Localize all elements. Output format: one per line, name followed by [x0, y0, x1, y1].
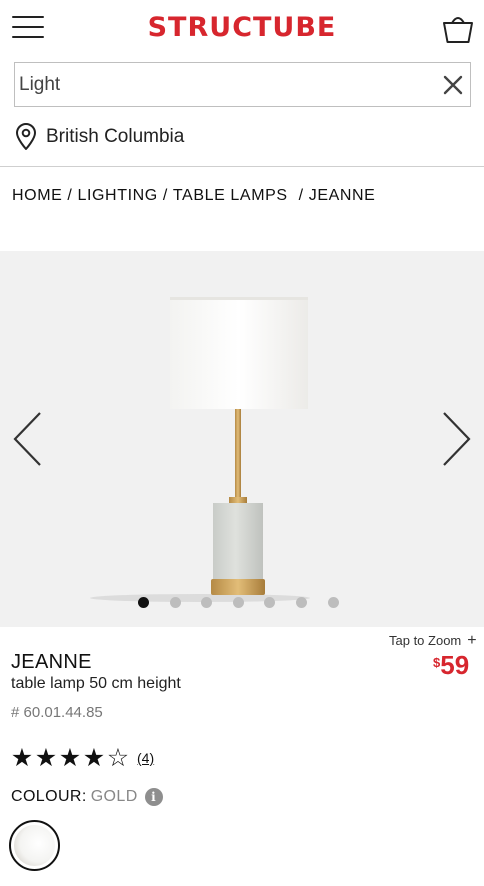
breadcrumb-item-current: JEANNE [308, 187, 376, 204]
breadcrumb-item-table-lamps[interactable]: TABLE LAMPS [173, 187, 288, 204]
swatch-image [14, 825, 55, 866]
product-description: table lamp 50 cm height [11, 675, 181, 692]
product-image [90, 297, 310, 602]
gallery-dot[interactable] [327, 597, 339, 608]
breadcrumb-item-lighting[interactable]: LIGHTING [77, 187, 157, 204]
site-header: STRUCTUBE [0, 0, 484, 60]
plus-icon: + [467, 632, 477, 649]
header-divider [0, 166, 484, 167]
colour-swatch-gold[interactable] [9, 820, 60, 871]
star-filled-icon: ★ [10, 744, 34, 772]
gallery-dot[interactable] [201, 597, 213, 608]
product-image-gallery[interactable] [0, 251, 484, 627]
close-icon[interactable] [441, 73, 465, 97]
gallery-dot[interactable] [169, 597, 181, 608]
price-currency: $ [433, 655, 441, 670]
colour-selector-row: COLOUR: GOLD i [11, 788, 163, 806]
gallery-dot[interactable] [264, 597, 276, 608]
colour-label: COLOUR: [11, 788, 87, 805]
search-input[interactable] [19, 69, 429, 101]
gallery-pagination [138, 597, 359, 608]
gallery-dot[interactable] [232, 597, 244, 608]
product-title: JEANNE [11, 651, 92, 673]
product-rating[interactable]: ★ ★ ★ ★ ☆ (4) [10, 744, 154, 772]
colour-value: GOLD [90, 788, 138, 805]
location-selector[interactable]: British Columbia [14, 122, 184, 152]
gallery-dot[interactable] [138, 597, 149, 608]
breadcrumb-separator: / [162, 187, 168, 204]
breadcrumb: HOME / LIGHTING / TABLE LAMPS / JEANNE [12, 187, 375, 205]
breadcrumb-item-home[interactable]: HOME [12, 187, 62, 204]
site-logo[interactable]: STRUCTUBE [0, 12, 484, 43]
gallery-dot[interactable] [295, 597, 307, 608]
search-field[interactable] [14, 62, 471, 107]
star-filled-icon: ★ [58, 744, 82, 772]
product-sku: # 60.01.44.85 [11, 704, 103, 721]
info-icon[interactable]: i [144, 788, 163, 806]
breadcrumb-separator: / [67, 187, 73, 204]
zoom-label: Tap to Zoom [389, 633, 462, 648]
chevron-right-icon[interactable] [440, 409, 474, 469]
breadcrumb-separator: / [298, 187, 304, 204]
shopping-basket-icon[interactable] [442, 14, 474, 44]
product-price: $59 [433, 650, 469, 681]
tap-to-zoom-button[interactable]: Tap to Zoom + [389, 632, 477, 650]
price-amount: 59 [440, 650, 470, 680]
location-label: British Columbia [46, 126, 185, 147]
star-empty-icon: ☆ [106, 744, 130, 772]
star-filled-icon: ★ [82, 744, 106, 772]
review-count-link[interactable]: (4) [137, 750, 154, 766]
star-filled-icon: ★ [34, 744, 58, 772]
chevron-left-icon[interactable] [10, 409, 44, 469]
location-pin-icon [16, 123, 36, 150]
